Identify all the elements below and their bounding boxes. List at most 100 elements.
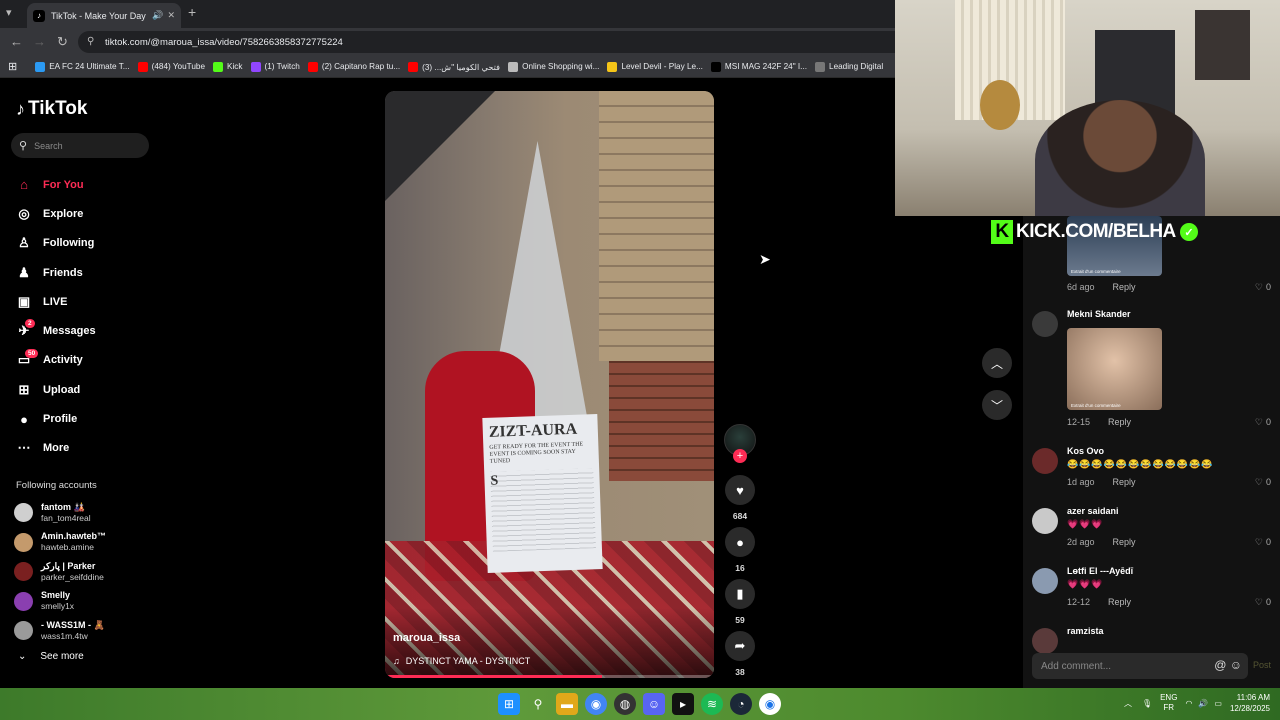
commenter-name[interactable]: ramzista: [1067, 626, 1104, 636]
video-progress[interactable]: [385, 675, 714, 678]
video-player[interactable]: ZIZT-AURA GET READY FOR THE EVENT THE EV…: [385, 91, 714, 678]
following-account[interactable]: پارکر | Parker parker_seifddine: [14, 557, 154, 587]
bookmark-item[interactable]: (2) Capitano Rap tu...: [307, 61, 400, 72]
comment-like-button[interactable]: ♡ 0: [1255, 417, 1274, 428]
following-account[interactable]: - WASS1M - 🧸 wass1m.4tw: [14, 616, 154, 646]
post-button[interactable]: Post: [1253, 660, 1271, 670]
nav-item-friends[interactable]: ♟ Friends: [16, 258, 186, 287]
account-handle: fan_tom4real: [41, 512, 91, 523]
reload-icon[interactable]: ↻: [57, 34, 68, 50]
nav-item-messages[interactable]: ✈ Messages 2: [16, 316, 186, 345]
bookmark-label: (484) YouTube: [151, 62, 206, 71]
reply-button[interactable]: Reply: [1108, 597, 1131, 607]
following-account[interactable]: fantom 🎎 fan_tom4real: [14, 498, 154, 528]
bookmark-item[interactable]: Kick: [213, 61, 243, 72]
tiktok-logo[interactable]: ♪ TikTok: [16, 98, 87, 120]
bookmark-favicon-icon: [137, 61, 148, 72]
commenter-avatar[interactable]: [1032, 508, 1058, 534]
next-video-button[interactable]: ﹀: [982, 390, 1012, 420]
new-tab-icon[interactable]: +: [188, 4, 196, 20]
address-bar[interactable]: ⚲ tiktok.com/@maroua_issa/video/75826638…: [78, 31, 978, 53]
bookmark-item[interactable]: MSI MAG 242F 24" I...: [710, 61, 807, 72]
reply-button[interactable]: Reply: [1108, 417, 1131, 427]
bookmark-item[interactable]: (484) YouTube: [137, 61, 206, 72]
comment-like-button[interactable]: ♡ 0: [1255, 282, 1274, 293]
obs-icon[interactable]: ◍: [614, 693, 636, 715]
nav-item-activity[interactable]: ▭ Activity 50: [16, 346, 186, 375]
search-input[interactable]: ⚲ Search: [11, 133, 149, 158]
start-icon[interactable]: ⊞: [498, 693, 520, 715]
microphone-icon[interactable]: 🎙: [1142, 699, 1152, 708]
language-indicator[interactable]: ENG FR: [1160, 693, 1177, 713]
nav-item-live[interactable]: ▣ LIVE: [16, 287, 186, 316]
chrome-icon[interactable]: ◉: [585, 693, 607, 715]
clock[interactable]: 11:06 AM 12/28/2025: [1230, 692, 1270, 714]
nav-item-profile[interactable]: ● Profile: [16, 404, 186, 433]
steam-icon[interactable]: ◔: [730, 693, 752, 715]
nav-item-explore[interactable]: ◎ Explore: [16, 199, 186, 228]
chrome-profile-icon[interactable]: ◉: [759, 693, 781, 715]
search-icon[interactable]: ⚲: [527, 693, 549, 715]
comment-like-button[interactable]: ♡ 0: [1255, 537, 1274, 548]
browser-tab[interactable]: ♪ TikTok - Make Your Day 🔊 ✕: [27, 3, 181, 28]
forward-icon[interactable]: →: [33, 34, 46, 49]
nav-item-following[interactable]: ♙ Following: [16, 229, 186, 258]
close-tab-icon[interactable]: ✕: [167, 10, 175, 21]
commenter-name[interactable]: Lɵtfi El ---Ayēdī: [1067, 566, 1133, 576]
speaker-icon[interactable]: 🔊: [152, 10, 163, 21]
bookmark-label: EA FC 24 Ultimate T...: [49, 62, 130, 71]
site-info-icon[interactable]: ⚲: [87, 36, 94, 47]
commenter-avatar[interactable]: [1032, 448, 1058, 474]
video-music[interactable]: ♫ DYSTINCT YAMA - DYSTINCT: [393, 656, 530, 666]
volume-icon[interactable]: 🔊: [1198, 699, 1208, 708]
account-name: fantom 🎎: [41, 501, 85, 512]
apps-icon[interactable]: ⊞: [8, 60, 17, 73]
tray-chevron-icon[interactable]: ︿: [1124, 698, 1132, 709]
tab-search-icon[interactable]: ▾: [6, 6, 12, 19]
following-account[interactable]: Amin.hawteb™ hawteb.amine: [14, 528, 154, 558]
emoji-icon[interactable]: ☺: [1230, 658, 1242, 672]
nav-item-upload[interactable]: ⊞ Upload: [16, 375, 186, 404]
share-button[interactable]: ➦: [725, 631, 755, 661]
spotify-icon[interactable]: ≋: [701, 693, 723, 715]
terminal-icon[interactable]: ▸: [672, 693, 694, 715]
add-comment-input[interactable]: Add comment... @ ☺: [1032, 653, 1248, 679]
music-note-icon: ♫: [393, 656, 400, 666]
nav-item-more[interactable]: ⋯ More: [16, 434, 186, 463]
commenter-avatar[interactable]: [1032, 568, 1058, 594]
commenter-name[interactable]: Mekni Skander: [1067, 309, 1131, 319]
reply-button[interactable]: Reply: [1113, 537, 1136, 547]
previous-video-button[interactable]: ︿: [982, 348, 1012, 378]
bookmark-item[interactable]: فتحي الكوميا "ش... (3): [408, 61, 500, 72]
nav-item-for-you[interactable]: ⌂ For You: [16, 170, 186, 199]
reply-button[interactable]: Reply: [1113, 282, 1136, 292]
see-more-button[interactable]: ⌄ See more: [18, 650, 98, 662]
reply-button[interactable]: Reply: [1113, 477, 1136, 487]
file-explorer-icon[interactable]: ▬: [556, 693, 578, 715]
commenter-avatar[interactable]: [1032, 628, 1058, 654]
comment-like-button[interactable]: ♡ 0: [1255, 477, 1274, 488]
comment-image[interactable]: Extrait d'un commentaire: [1067, 328, 1162, 410]
battery-icon[interactable]: ▭: [1214, 699, 1222, 708]
mention-icon[interactable]: @: [1214, 658, 1226, 672]
commenter-name[interactable]: azer saidani: [1067, 506, 1119, 516]
notification-badge: 2: [25, 319, 35, 329]
follow-plus-icon[interactable]: +: [733, 449, 747, 463]
commenter-name[interactable]: Kos Ovo: [1067, 446, 1104, 456]
like-button[interactable]: ♥: [725, 475, 755, 505]
comment-button[interactable]: ●: [725, 527, 755, 557]
bookmark-item[interactable]: (1) Twitch: [250, 61, 300, 72]
bookmark-item[interactable]: EA FC 24 Ultimate T...: [35, 61, 130, 72]
bookmark-item[interactable]: Level Devil - Play Le...: [607, 61, 703, 72]
save-button[interactable]: ▮: [725, 579, 755, 609]
following-account[interactable]: Smelly smelly1x: [14, 587, 154, 617]
wifi-icon[interactable]: ◠: [1185, 699, 1192, 708]
bookmark-item[interactable]: Online Shopping wi...: [508, 61, 599, 72]
discord-icon[interactable]: ☺: [643, 693, 665, 715]
video-author[interactable]: maroua_issa: [393, 632, 460, 644]
bookmark-item[interactable]: Leading Digital: [815, 61, 883, 72]
commenter-avatar[interactable]: [1032, 311, 1058, 337]
back-icon[interactable]: ←: [10, 34, 23, 49]
comment-like-button[interactable]: ♡ 0: [1255, 597, 1274, 608]
comment-time: 6d ago: [1067, 282, 1095, 292]
